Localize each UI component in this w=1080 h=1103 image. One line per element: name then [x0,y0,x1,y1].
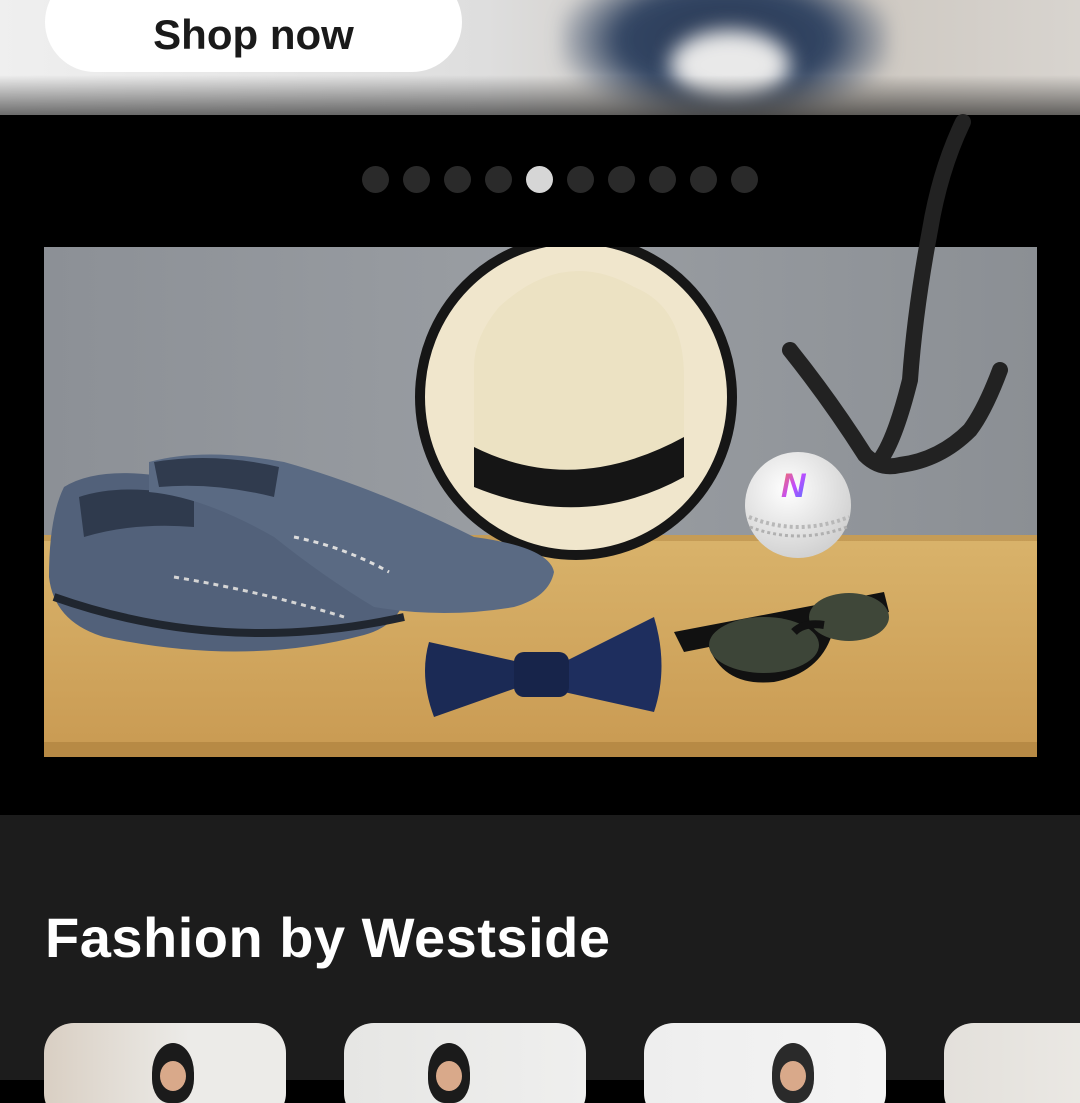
model-face [160,1061,186,1091]
carousel-dot[interactable] [690,166,717,193]
carousel-dot[interactable] [485,166,512,193]
fashion-card-1[interactable] [44,1023,286,1103]
fashion-card-3[interactable] [644,1023,886,1103]
model-face [780,1061,806,1091]
carousel-dot[interactable] [444,166,471,193]
fashion-section: Fashion by Westside [0,815,1080,1103]
carousel-dot[interactable] [403,166,430,193]
carousel-dot-active[interactable] [526,166,553,193]
carousel-dot[interactable] [362,166,389,193]
section-title: Fashion by Westside [45,906,611,969]
hero-banner[interactable]: Shop now [0,0,1080,115]
carousel-dot[interactable] [608,166,635,193]
fashion-card-2[interactable] [344,1023,586,1103]
hero-shade [0,75,1080,115]
fashion-card-list[interactable] [44,1023,1080,1103]
fashion-card-4[interactable] [944,1023,1080,1103]
ball-logo: N [781,467,807,505]
carousel-dot[interactable] [731,166,758,193]
fashion-accessories-image: N [44,247,1037,757]
promo-banner-image[interactable]: N [44,247,1037,757]
model-face [436,1061,462,1091]
carousel-dot[interactable] [649,166,676,193]
carousel-indicator [362,166,758,193]
carousel-dot[interactable] [567,166,594,193]
shop-now-button[interactable]: Shop now [45,0,462,72]
